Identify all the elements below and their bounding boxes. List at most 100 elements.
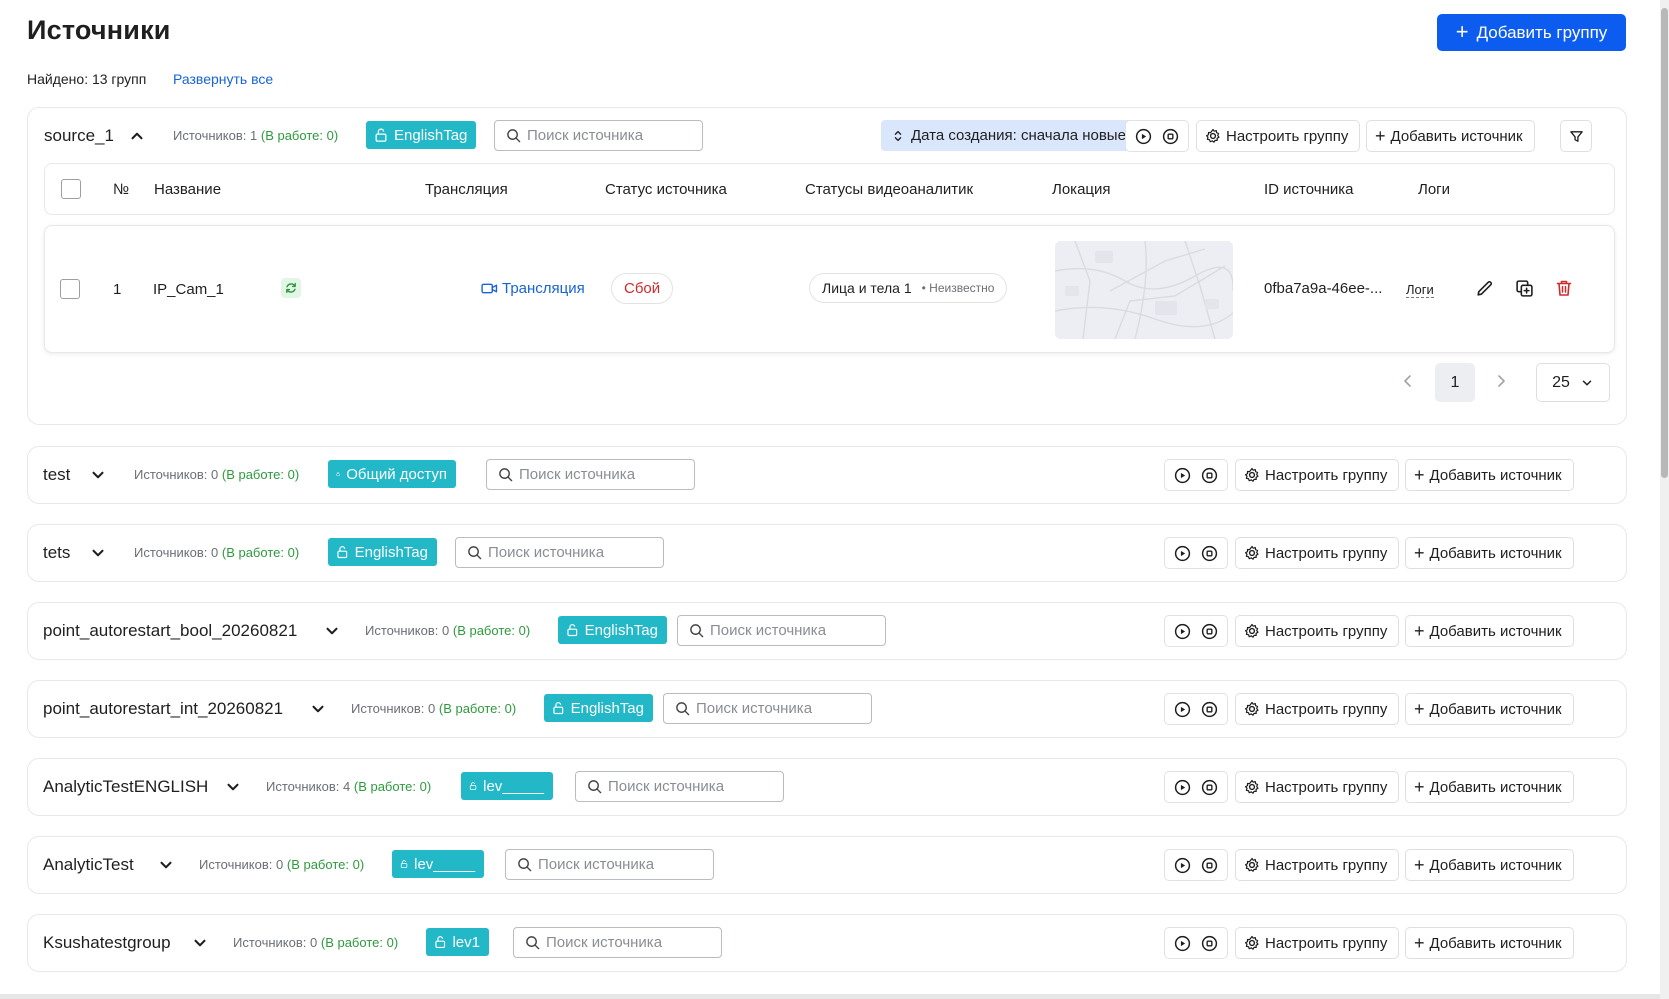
filter-button[interactable]: [1560, 120, 1592, 152]
row-checkbox[interactable]: [60, 279, 80, 299]
source-search[interactable]: [494, 120, 703, 151]
configure-group-button[interactable]: Настроить группу: [1235, 849, 1400, 881]
analytic-status-chip[interactable]: Лица и тела 1 • Неизвестно: [809, 273, 1008, 303]
search-input[interactable]: [546, 934, 711, 951]
group-tag[interactable]: EnglishTag: [558, 616, 667, 644]
add-source-label: Добавить источник: [1429, 466, 1562, 484]
select-all-checkbox[interactable]: [61, 179, 81, 199]
copy-icon[interactable]: [1513, 277, 1535, 299]
search-input[interactable]: [710, 622, 875, 639]
next-page-icon[interactable]: [1493, 373, 1509, 389]
group-tag[interactable]: EnglishTag: [366, 121, 477, 149]
play-icon[interactable]: [1174, 623, 1191, 640]
add-source-button[interactable]: + Добавить источник: [1405, 771, 1574, 803]
source-search[interactable]: [663, 693, 872, 724]
add-source-button[interactable]: + Добавить источник: [1405, 693, 1574, 725]
stop-icon[interactable]: [1201, 623, 1218, 640]
unlock-icon: [553, 702, 564, 715]
configure-label: Настроить группу: [1265, 934, 1388, 952]
configure-group-button[interactable]: Настроить группу: [1235, 927, 1400, 959]
count-total: Источников: 0: [199, 857, 284, 872]
configure-group-button[interactable]: Настроить группу: [1235, 693, 1400, 725]
add-source-button[interactable]: + Добавить источник: [1405, 927, 1574, 959]
group-tag[interactable]: EnglishTag: [328, 538, 437, 566]
play-icon[interactable]: [1174, 545, 1191, 562]
chevron-down-icon[interactable]: [191, 934, 209, 952]
page-button-current[interactable]: 1: [1435, 363, 1475, 402]
group-tag[interactable]: Общий доступ: [328, 460, 456, 488]
unlock-icon: [337, 546, 348, 559]
expand-all-link[interactable]: Развернуть все: [173, 71, 273, 87]
chevron-down-icon[interactable]: [89, 466, 107, 484]
stop-icon[interactable]: [1201, 701, 1218, 718]
chevron-down-icon[interactable]: [89, 544, 107, 562]
col-source-status: Статус источника: [605, 181, 727, 198]
group-tag[interactable]: lev1: [426, 928, 489, 956]
chevron-down-icon[interactable]: [157, 856, 175, 874]
logs-link[interactable]: Логи: [1406, 282, 1434, 298]
configure-group-button[interactable]: Настроить группу: [1235, 771, 1400, 803]
stop-icon[interactable]: [1162, 128, 1179, 145]
add-source-button[interactable]: + Добавить источник: [1366, 120, 1535, 152]
search-input[interactable]: [696, 700, 861, 717]
add-source-button[interactable]: + Добавить источник: [1405, 615, 1574, 647]
count-working: (В работе: 0): [221, 545, 300, 560]
group-name: tets: [43, 543, 71, 562]
stop-icon[interactable]: [1201, 467, 1218, 484]
play-icon[interactable]: [1174, 935, 1191, 952]
sort-selector[interactable]: Дата создания: сначала новые: [881, 120, 1138, 151]
refresh-icon[interactable]: [281, 278, 301, 298]
pencil-icon[interactable]: [1473, 277, 1495, 299]
tag-label: lev1: [452, 933, 480, 951]
trash-icon[interactable]: [1553, 277, 1575, 299]
source-search[interactable]: [455, 537, 664, 568]
add-source-button[interactable]: + Добавить источник: [1405, 537, 1574, 569]
configure-group-button[interactable]: Настроить группу: [1235, 459, 1400, 491]
stop-icon[interactable]: [1201, 935, 1218, 952]
page-title: Источники: [27, 15, 171, 45]
search-input[interactable]: [527, 127, 692, 144]
search-icon: [499, 468, 513, 482]
stream-link[interactable]: Трансляция: [481, 280, 585, 297]
prev-page-icon[interactable]: [1400, 373, 1416, 389]
count-total: Источников: 0: [134, 467, 219, 482]
play-icon[interactable]: [1174, 701, 1191, 718]
configure-group-button[interactable]: Настроить группу: [1235, 537, 1400, 569]
configure-label: Настроить группу: [1265, 622, 1388, 640]
configure-group-button[interactable]: Настроить группу: [1196, 120, 1361, 152]
stop-icon[interactable]: [1201, 779, 1218, 796]
source-search[interactable]: [575, 771, 784, 802]
group-tag[interactable]: EnglishTag: [544, 694, 653, 722]
chevron-down-icon[interactable]: [224, 778, 242, 796]
location-map-thumbnail[interactable]: [1055, 241, 1233, 339]
add-source-button[interactable]: + Добавить источник: [1405, 849, 1574, 881]
scrollbar-thumb[interactable]: [1661, 8, 1668, 478]
play-icon[interactable]: [1174, 467, 1191, 484]
source-search[interactable]: [486, 459, 695, 490]
chevron-up-icon[interactable]: [128, 127, 146, 145]
search-input[interactable]: [519, 466, 684, 483]
chevron-down-icon[interactable]: [323, 622, 341, 640]
search-input[interactable]: [538, 856, 703, 873]
chevron-down-icon[interactable]: [309, 700, 327, 718]
add-group-button[interactable]: + Добавить группу: [1437, 14, 1626, 51]
source-search[interactable]: [505, 849, 714, 880]
group-tag[interactable]: lev_____: [392, 850, 484, 878]
configure-group-button[interactable]: Настроить группу: [1235, 615, 1400, 647]
add-source-button[interactable]: + Добавить источник: [1405, 459, 1574, 491]
play-icon[interactable]: [1174, 779, 1191, 796]
play-icon[interactable]: [1135, 128, 1152, 145]
add-source-label: Добавить источник: [1429, 778, 1562, 796]
add-source-label: Добавить источник: [1390, 127, 1523, 145]
search-input[interactable]: [608, 778, 773, 795]
source-search[interactable]: [513, 927, 722, 958]
stop-icon[interactable]: [1201, 857, 1218, 874]
page-size-value: 25: [1552, 373, 1570, 391]
source-search[interactable]: [677, 615, 886, 646]
stop-icon[interactable]: [1201, 545, 1218, 562]
play-icon[interactable]: [1174, 857, 1191, 874]
search-input[interactable]: [488, 544, 653, 561]
plus-icon: +: [1414, 465, 1425, 485]
group-tag[interactable]: lev_____: [461, 772, 553, 800]
page-size-select[interactable]: 25: [1536, 363, 1610, 402]
